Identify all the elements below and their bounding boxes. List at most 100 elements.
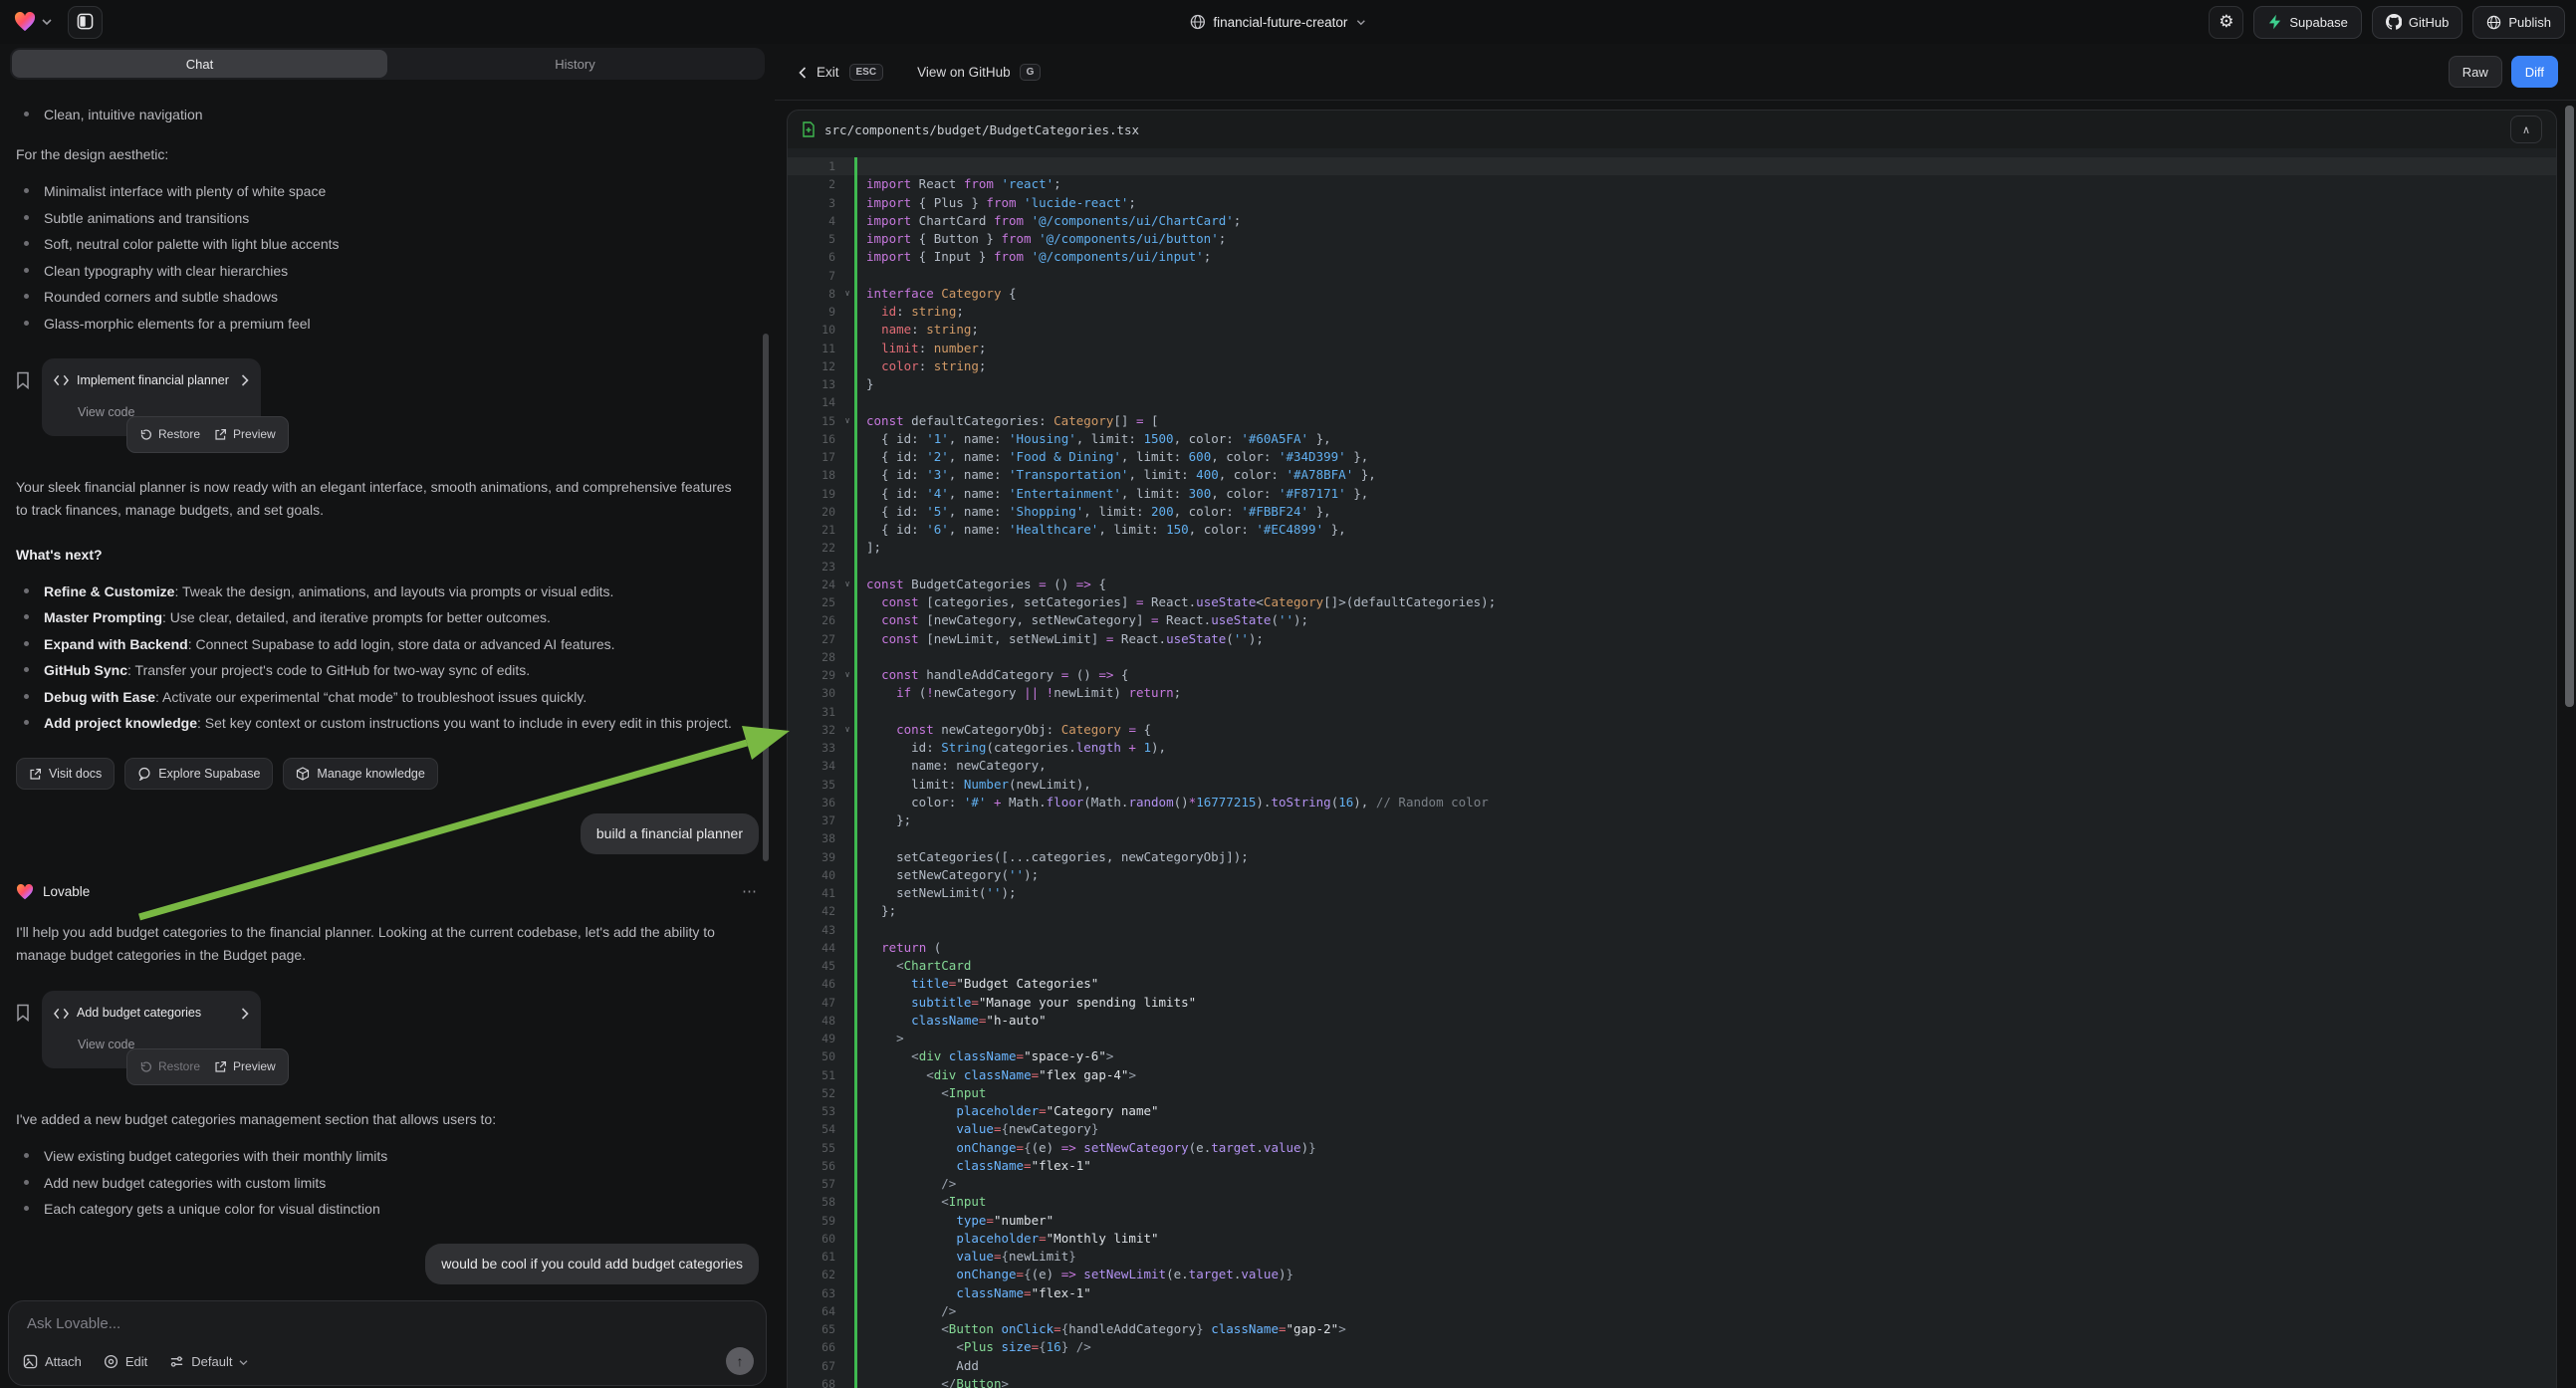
code-line: 56 className="flex-1" (788, 1157, 2556, 1175)
explore-supabase-button[interactable]: Explore Supabase (124, 758, 273, 790)
model-default-button[interactable]: Default (169, 1353, 248, 1369)
version-card[interactable]: Implement financial plannerView codeRest… (42, 358, 261, 436)
list-item: Subtle animations and transitions (14, 207, 761, 229)
chat-input[interactable]: Ask Lovable... (27, 1315, 120, 1332)
settings-button[interactable]: ⚙ (2209, 6, 2243, 39)
manage-knowledge-button[interactable]: Manage knowledge (283, 758, 437, 790)
code-text: }; (854, 902, 2556, 920)
fold-chevron-icon[interactable]: ∨ (840, 666, 854, 684)
line-number: 53 (788, 1102, 840, 1120)
globe-icon (1189, 14, 1205, 30)
view-on-github-button[interactable]: View on GitHub G (917, 64, 1041, 81)
package-icon (296, 763, 310, 786)
esc-shortcut-badge: ESC (849, 64, 884, 81)
line-number: 7 (788, 267, 840, 285)
code-text: value={newCategory} (854, 1120, 2556, 1138)
line-number: 22 (788, 539, 840, 557)
code-line: 60 placeholder="Monthly limit" (788, 1230, 2556, 1248)
fold-gutter (840, 1357, 854, 1375)
line-number: 66 (788, 1338, 840, 1356)
fold-gutter (840, 303, 854, 321)
code-text: const [newCategory, setNewCategory] = Re… (854, 611, 2556, 629)
code-text: { id: '2', name: 'Food & Dining', limit:… (854, 448, 2556, 466)
code-line: 27 const [newLimit, setNewLimit] = React… (788, 630, 2556, 648)
external-icon (214, 423, 227, 446)
fold-gutter (840, 866, 854, 884)
attach-button[interactable]: Attach (23, 1353, 82, 1369)
fold-gutter (840, 1047, 854, 1065)
line-number: 41 (788, 884, 840, 902)
visit-docs-button[interactable]: Visit docs (16, 758, 115, 790)
code-text: const [newLimit, setNewLimit] = React.us… (854, 630, 2556, 648)
assistant-paragraph: For the design aesthetic: (16, 143, 743, 166)
code-text: type="number" (854, 1212, 2556, 1230)
fold-gutter (840, 230, 854, 248)
line-number: 45 (788, 957, 840, 975)
github-icon (2386, 14, 2402, 31)
fold-chevron-icon[interactable]: ∨ (840, 721, 854, 739)
exit-label: Exit (817, 65, 839, 80)
code-text: ]; (854, 539, 2556, 557)
chat-scrollbar-thumb[interactable] (763, 334, 769, 861)
heart-icon (16, 880, 34, 903)
fold-gutter (840, 1066, 854, 1084)
preview-button[interactable]: Preview (214, 1055, 276, 1078)
tab-chat[interactable]: Chat (12, 50, 387, 78)
bookmark-button[interactable] (16, 1001, 30, 1024)
fold-gutter (840, 848, 854, 866)
fold-gutter (840, 485, 854, 503)
line-number: 68 (788, 1375, 840, 1388)
project-switcher[interactable]: financial-future-creator (1189, 0, 1365, 44)
diff-button[interactable]: Diff (2511, 56, 2558, 88)
line-number: 38 (788, 829, 840, 847)
fold-gutter (840, 1120, 854, 1138)
exit-button[interactable]: Exit ESC (799, 64, 883, 81)
restore-button[interactable]: Restore (139, 1055, 200, 1078)
preview-button[interactable]: Preview (214, 423, 276, 446)
bookmark-button[interactable] (16, 368, 30, 391)
bullet-dot-icon (24, 641, 29, 646)
bullet-dot-icon (24, 268, 29, 273)
lovable-app-window: financial-future-creator ⚙ Supabase GitH… (0, 0, 2576, 1388)
version-card[interactable]: Add budget categoriesView codeRestorePre… (42, 991, 261, 1068)
fold-chevron-icon[interactable]: ∨ (840, 412, 854, 430)
line-number: 48 (788, 1012, 840, 1030)
tab-history[interactable]: History (387, 50, 763, 78)
send-button[interactable]: ↑ (726, 1347, 754, 1375)
list-item-lead: Expand with Backend (44, 636, 188, 652)
restore-button[interactable]: Restore (139, 423, 200, 446)
chat-message-list[interactable]: Clean, intuitive navigationFor the desig… (0, 90, 775, 1298)
github-button[interactable]: GitHub (2372, 6, 2462, 39)
fold-gutter (840, 884, 854, 902)
list-item: Soft, neutral color palette with light b… (14, 233, 761, 255)
fold-chevron-icon[interactable]: ∨ (840, 285, 854, 303)
code-text: }; (854, 811, 2556, 829)
code-text (854, 829, 2556, 847)
code-diff-content[interactable]: 12import React from 'react';3import { Pl… (788, 148, 2556, 1388)
code-text: <Button onClick={handleAddCategory} clas… (854, 1320, 2556, 1338)
code-text (854, 157, 2556, 175)
assistant-paragraph: I'll help you add budget categories to t… (16, 921, 743, 967)
logo-chevron-down-icon[interactable] (42, 13, 52, 31)
code-line: 16 { id: '1', name: 'Housing', limit: 15… (788, 430, 2556, 448)
lovable-logo-heart-icon[interactable] (14, 12, 36, 32)
top-bar-left (14, 0, 103, 44)
code-text: className="flex-1" (854, 1157, 2556, 1175)
toggle-sidebar-button[interactable] (68, 6, 103, 39)
code-text: const handleAddCategory = () => { (854, 666, 2556, 684)
code-text: <Plus size={16} /> (854, 1338, 2556, 1356)
raw-button[interactable]: Raw (2449, 56, 2502, 88)
publish-button[interactable]: Publish (2472, 6, 2565, 39)
line-number: 47 (788, 994, 840, 1012)
supabase-button[interactable]: Supabase (2253, 6, 2362, 39)
chat-composer[interactable]: Ask Lovable... Attach Edit (8, 1300, 767, 1386)
collapse-file-button[interactable]: ∧ (2510, 116, 2542, 143)
file-path-bar[interactable]: src/components/budget/BudgetCategories.t… (788, 111, 2556, 149)
message-menu-button[interactable]: ⋯ (742, 880, 759, 903)
view-on-github-label: View on GitHub (917, 65, 1011, 80)
fold-chevron-icon[interactable]: ∨ (840, 576, 854, 593)
edit-mode-button[interactable]: Edit (104, 1353, 147, 1369)
code-scrollbar-thumb[interactable] (2565, 106, 2574, 707)
code-text: const [categories, setCategories] = Reac… (854, 593, 2556, 611)
line-number: 57 (788, 1175, 840, 1193)
